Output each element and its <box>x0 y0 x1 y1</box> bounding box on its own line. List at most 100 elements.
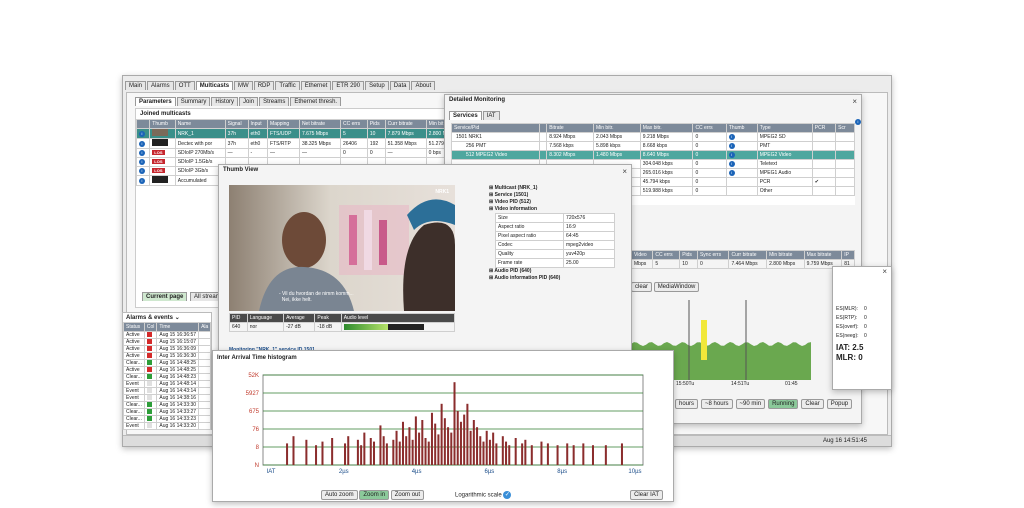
close-icon[interactable]: × <box>882 267 887 276</box>
table-row[interactable]: i Dectec with por 37h eth0 FTS/RTP 38.325 Mbp… <box>135 138 455 149</box>
tree-node[interactable]: ⊞ Audio PID (640) <box>489 268 629 275</box>
tab-about[interactable]: About <box>411 81 436 90</box>
tree-node[interactable]: ⊞ Audio information PID (640) <box>489 275 629 282</box>
column-header[interactable]: Status <box>123 322 145 332</box>
table-row[interactable]: Active Aug 15 16:36:57 <box>123 331 212 339</box>
cell-thumb[interactable]: i <box>725 159 758 169</box>
column-header[interactable]: IP <box>841 250 855 260</box>
tab-main[interactable]: Main <box>125 81 147 90</box>
tree-node[interactable]: ⊞ Multicast (NRK_1) <box>489 185 629 192</box>
range-button-90min[interactable]: ~90 min <box>735 399 766 409</box>
info-icon[interactable]: i <box>728 143 735 149</box>
column-header[interactable]: Thumb <box>725 123 758 133</box>
info-icon[interactable]: i <box>728 161 735 167</box>
column-header[interactable]: PCR <box>811 123 837 133</box>
table-row[interactable]: Active Aug 15 16:15:07 <box>123 338 212 346</box>
auto-zoom-button[interactable]: Auto zoom <box>321 490 358 500</box>
subtab-ethernet-thresh-[interactable]: Ethernet thresh. <box>290 97 342 106</box>
clear-iat-button[interactable]: Clear IAT <box>630 490 663 500</box>
close-icon[interactable]: × <box>622 167 627 176</box>
subtab-parameters[interactable]: Parameters <box>135 97 176 106</box>
table-row[interactable]: 1501 NRK1 8.924 Mbps 2.043 Mbps 9.218 Mbps 0… <box>451 132 855 142</box>
column-header[interactable]: Service/Pid <box>451 123 540 133</box>
column-header[interactable]: CC errs <box>652 250 681 260</box>
subtab-history[interactable]: History <box>211 97 239 106</box>
checkbox-checked-icon[interactable]: ✓ <box>503 491 512 499</box>
tab-rdp[interactable]: RDP <box>253 81 275 90</box>
column-header[interactable]: Thumb <box>149 119 176 129</box>
close-icon[interactable]: × <box>852 97 857 106</box>
table-row[interactable]: Clear... Aug 16 14:33:27 <box>123 408 212 416</box>
tab-mw[interactable]: MW <box>234 81 253 90</box>
column-header[interactable]: Curr bitrate <box>728 250 768 260</box>
cell-thumb[interactable]: i <box>725 168 758 178</box>
column-header[interactable]: Sync errs <box>696 250 730 260</box>
tree-node[interactable]: ⊞ Service (1501) <box>489 192 629 199</box>
clear-button[interactable]: clear <box>631 282 653 292</box>
table-row[interactable]: 256 PMT 7.568 kbps 5.898 kbps 8.668 kbps 0 i P… <box>451 141 855 151</box>
column-header[interactable]: Pids <box>679 250 698 260</box>
tab-alarms[interactable]: Alarms <box>147 81 174 90</box>
column-header[interactable]: PID <box>229 313 248 323</box>
cell-thumb[interactable]: i <box>725 132 758 142</box>
column-header[interactable]: Video <box>630 250 654 260</box>
column-header[interactable]: Mapping <box>267 119 300 129</box>
tab-multicasts[interactable]: Multicasts <box>195 81 234 90</box>
tree-node[interactable]: ⊞ Video PID (512) <box>489 199 629 206</box>
zoom-in-button[interactable]: Zoom in <box>359 490 390 500</box>
tab-services[interactable]: Services <box>449 111 482 120</box>
table-row[interactable]: i NRK_1 37h eth0 FTS/UDP 7.675 Mbps 5 10 7.879 M… <box>135 128 455 139</box>
info-icon[interactable]: i <box>139 159 145 165</box>
tab-etr-290[interactable]: ETR 290 <box>332 81 365 90</box>
info-icon[interactable]: i <box>855 119 861 125</box>
info-icon[interactable]: i <box>139 150 145 156</box>
info-icon[interactable]: i <box>728 134 735 140</box>
column-header[interactable]: Max bitrate <box>803 250 843 260</box>
cell-thumb[interactable] <box>725 186 758 196</box>
info-icon[interactable]: i <box>139 168 145 174</box>
table-row[interactable]: Clear... Aug 16 14:33:23 <box>123 415 212 423</box>
table-row[interactable]: 640 nor -27 dB -18 dB <box>229 322 456 332</box>
table-row[interactable]: Active Aug 16 14:48:25 <box>123 366 212 374</box>
info-cell[interactable]: i <box>135 148 151 158</box>
column-header[interactable]: Min bitr. <box>592 123 641 133</box>
table-row[interactable]: Clear... Aug 16 14:48:25 <box>123 359 212 367</box>
column-header[interactable]: Audio level <box>340 313 456 323</box>
column-header[interactable]: Ala <box>198 322 212 332</box>
column-header[interactable]: Peak <box>314 313 342 323</box>
range-button-clear[interactable]: Clear <box>801 399 824 409</box>
info-cell[interactable]: i <box>135 157 151 167</box>
column-header[interactable]: Time <box>156 322 200 332</box>
column-header[interactable]: Name <box>174 119 226 129</box>
cell-thumb[interactable] <box>725 177 758 187</box>
column-header[interactable]: Average <box>283 313 316 323</box>
tab-setup[interactable]: Setup <box>365 81 389 90</box>
tree-node[interactable]: ⊞ Video information <box>489 206 629 213</box>
table-row[interactable]: Clear... Aug 16 14:33:30 <box>123 401 212 409</box>
table-row[interactable]: Mbps 5 10 0 7.464 Mbps 2.800 Mbps 9.759 Mbps 81 <box>630 259 855 269</box>
table-row[interactable]: i LOS SDIoIP 270Mb/s — - — —0 0—0 bps <box>135 148 455 158</box>
range-button-popup[interactable]: Popup <box>826 399 853 409</box>
column-header[interactable] <box>538 123 548 133</box>
column-header[interactable]: Max bitr. <box>639 123 694 133</box>
column-header[interactable]: Language <box>246 313 285 323</box>
info-icon[interactable]: i <box>139 130 145 137</box>
column-header[interactable]: Input <box>247 119 269 129</box>
info-icon[interactable]: i <box>139 177 145 184</box>
column-header[interactable]: Curr bitrate <box>384 119 427 129</box>
info-icon[interactable]: i <box>728 152 735 158</box>
cell-thumb[interactable]: i <box>725 141 758 151</box>
table-row[interactable]: Active Aug 15 16:36:30 <box>123 352 212 360</box>
column-header[interactable]: Net bitrate <box>298 119 341 129</box>
column-header[interactable]: Min bitrate <box>766 250 805 260</box>
tab-traffic[interactable]: Traffic <box>275 81 300 90</box>
info-cell[interactable]: i <box>135 138 151 149</box>
info-cell[interactable]: i <box>135 166 151 176</box>
cell-thumb[interactable]: i <box>725 150 758 160</box>
tab-data[interactable]: Data <box>389 81 411 90</box>
log-scale-toggle[interactable]: Logarithmic scale ✓ <box>455 491 512 499</box>
range-button-hours[interactable]: hours <box>675 399 699 409</box>
chevron-down-icon[interactable]: ⌄ <box>175 315 180 321</box>
column-header[interactable]: Type <box>756 123 813 133</box>
range-button-8hours[interactable]: ~8 hours <box>701 399 733 409</box>
